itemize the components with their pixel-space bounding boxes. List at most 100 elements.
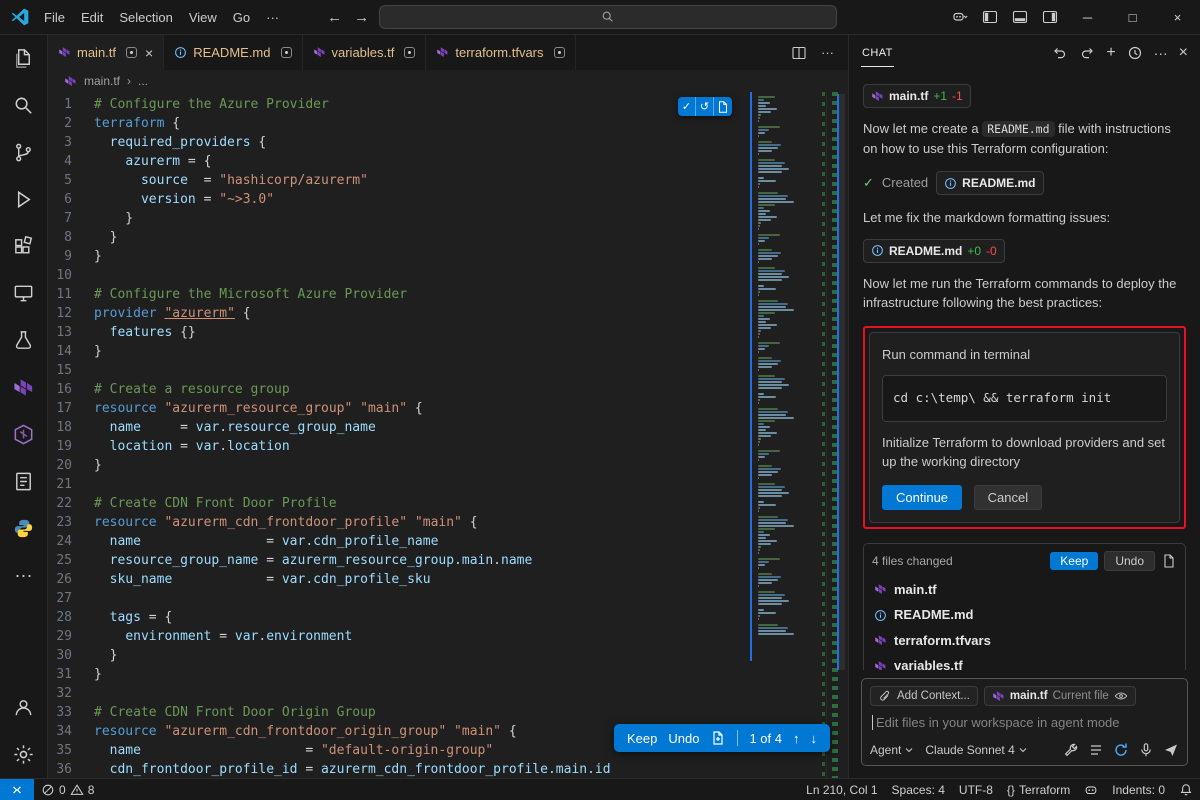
chat-undo-icon[interactable] — [1052, 45, 1068, 61]
window-minimize-button[interactable]: ─ — [1065, 0, 1110, 35]
additions-count: +1 — [933, 87, 947, 105]
window-close-button[interactable]: × — [1155, 0, 1200, 35]
terminal-command[interactable]: cd c:\temp\ && terraform init — [882, 375, 1167, 422]
search-view-icon[interactable] — [0, 82, 48, 129]
chat-input-box[interactable]: Add Context... main.tf Current file Edit… — [861, 678, 1188, 766]
instructions-list-icon[interactable] — [1088, 742, 1104, 758]
microphone-icon[interactable] — [1138, 742, 1154, 758]
menu-selection[interactable]: Selection — [111, 7, 180, 28]
model-picker[interactable]: Claude Sonnet 4 — [925, 743, 1026, 757]
vscode-logo-icon — [10, 7, 30, 27]
breadcrumb-rest[interactable]: ... — [138, 74, 148, 88]
notifications-bell-icon[interactable] — [1172, 779, 1200, 800]
remote-indicator[interactable] — [0, 779, 34, 800]
discard-change-button[interactable]: ↺ — [696, 97, 714, 116]
activity-bar: ··· — [0, 35, 48, 778]
continue-button[interactable]: Continue — [882, 485, 962, 510]
chat-redo-icon[interactable] — [1079, 45, 1095, 61]
breadcrumb[interactable]: main.tf › ... — [48, 70, 848, 92]
problems-indicator[interactable]: 0 8 — [34, 779, 101, 800]
changed-file-row[interactable]: variables.tf — [864, 653, 1185, 670]
menu-go[interactable]: Go — [225, 7, 258, 28]
changed-file-chip[interactable]: main.tf +1 -1 — [863, 84, 971, 108]
tab-close-icon[interactable]: × — [145, 45, 153, 61]
editor[interactable]: 1# Configure the Azure Provider2terrafor… — [48, 92, 848, 778]
window-maximize-button[interactable]: □ — [1110, 0, 1155, 35]
activity-more-icon[interactable]: ··· — [0, 552, 48, 599]
tools-wrench-icon[interactable] — [1063, 742, 1079, 758]
send-icon[interactable] — [1163, 742, 1179, 758]
explorer-icon[interactable] — [0, 35, 48, 82]
overview-ruler-scrollbar[interactable] — [826, 92, 848, 778]
previous-change-icon[interactable]: ↑ — [793, 731, 800, 746]
eye-icon[interactable] — [1114, 689, 1128, 703]
info-file-icon — [174, 46, 187, 59]
code-area[interactable]: 1# Configure the Azure Provider2terrafor… — [48, 92, 750, 778]
extensions-icon[interactable] — [0, 223, 48, 270]
next-change-icon[interactable]: ↓ — [811, 731, 818, 746]
menu-edit[interactable]: Edit — [73, 7, 111, 28]
copilot-menu-icon[interactable] — [945, 3, 975, 31]
source-control-icon[interactable] — [0, 129, 48, 176]
cursor-position[interactable]: Ln 210, Col 1 — [799, 779, 884, 800]
mode-picker[interactable]: Agent — [870, 743, 913, 757]
changed-file-row[interactable]: terraform.tfvars — [864, 628, 1185, 654]
language-mode[interactable]: {}Terraform — [1000, 779, 1077, 800]
file-diff-icon[interactable] — [710, 730, 726, 746]
undo-button[interactable]: Undo — [668, 731, 699, 746]
add-context-button[interactable]: Add Context... — [870, 686, 978, 706]
assistant-message: Now let me run the Terraform commands to… — [863, 274, 1186, 313]
tab-variables-tf[interactable]: variables.tf — [303, 35, 427, 70]
remote-explorer-icon[interactable] — [0, 270, 48, 317]
run-debug-icon[interactable] — [0, 176, 48, 223]
menu-view[interactable]: View — [181, 7, 225, 28]
nav-forward-icon[interactable]: → — [354, 9, 369, 26]
tool-description: Initialize Terraform to download provide… — [882, 433, 1167, 472]
tab-terraform-tfvars[interactable]: terraform.tfvars — [426, 35, 575, 70]
changed-file-row[interactable]: README.md — [864, 602, 1185, 628]
minimap[interactable] — [750, 92, 826, 778]
menu-file[interactable]: File — [36, 7, 73, 28]
accounts-icon[interactable] — [0, 684, 48, 731]
menu-more[interactable]: ··· — [258, 7, 287, 28]
keep-all-button[interactable]: Keep — [1050, 552, 1098, 570]
terraform-cloud-icon[interactable] — [0, 411, 48, 458]
toggle-panel-icon[interactable] — [1005, 3, 1035, 31]
tab-label: README.md — [193, 45, 270, 60]
agent-loop-icon[interactable] — [1113, 742, 1129, 758]
open-file-button[interactable] — [714, 97, 732, 116]
toggle-secondary-sidebar-icon[interactable] — [1035, 3, 1065, 31]
changed-file-chip[interactable]: README.md +0 -0 — [863, 239, 1005, 263]
changed-file-row[interactable]: main.tf — [864, 577, 1185, 603]
chat-text-input[interactable]: Edit files in your workspace in agent mo… — [870, 714, 1179, 742]
terraform-view-icon[interactable] — [0, 364, 48, 411]
cancel-button[interactable]: Cancel — [974, 485, 1042, 510]
notebook-icon[interactable] — [0, 458, 48, 505]
undo-all-button[interactable]: Undo — [1104, 551, 1155, 571]
keep-button[interactable]: Keep — [627, 731, 657, 746]
view-diff-icon[interactable] — [1161, 553, 1177, 569]
nav-back-icon[interactable]: ← — [327, 9, 342, 26]
command-center-search[interactable] — [379, 5, 837, 29]
testing-icon[interactable] — [0, 317, 48, 364]
accept-change-button[interactable]: ✓ — [678, 97, 696, 116]
breadcrumb-file[interactable]: main.tf — [84, 74, 120, 88]
split-editor-icon[interactable] — [791, 45, 807, 61]
new-chat-icon[interactable]: + — [1106, 45, 1115, 61]
indentation[interactable]: Spaces: 4 — [885, 779, 952, 800]
chat-close-icon[interactable]: × — [1179, 45, 1188, 61]
editor-more-actions-icon[interactable]: ··· — [821, 45, 834, 60]
tab-readme-md[interactable]: README.md — [164, 35, 302, 70]
chat-history-icon[interactable] — [1127, 45, 1143, 61]
settings-gear-icon[interactable] — [0, 731, 48, 778]
created-file-chip[interactable]: README.md — [936, 171, 1043, 195]
copilot-status-icon[interactable] — [1077, 779, 1105, 800]
toggle-primary-sidebar-icon[interactable] — [975, 3, 1005, 31]
tab-main-tf[interactable]: main.tf × — [48, 35, 164, 70]
chat-tab[interactable]: CHAT — [861, 38, 894, 67]
indents-status[interactable]: Indents: 0 — [1105, 779, 1172, 800]
python-icon[interactable] — [0, 505, 48, 552]
chat-more-icon[interactable]: ··· — [1154, 46, 1168, 60]
current-file-chip[interactable]: main.tf Current file — [984, 686, 1136, 706]
encoding[interactable]: UTF-8 — [952, 779, 1000, 800]
